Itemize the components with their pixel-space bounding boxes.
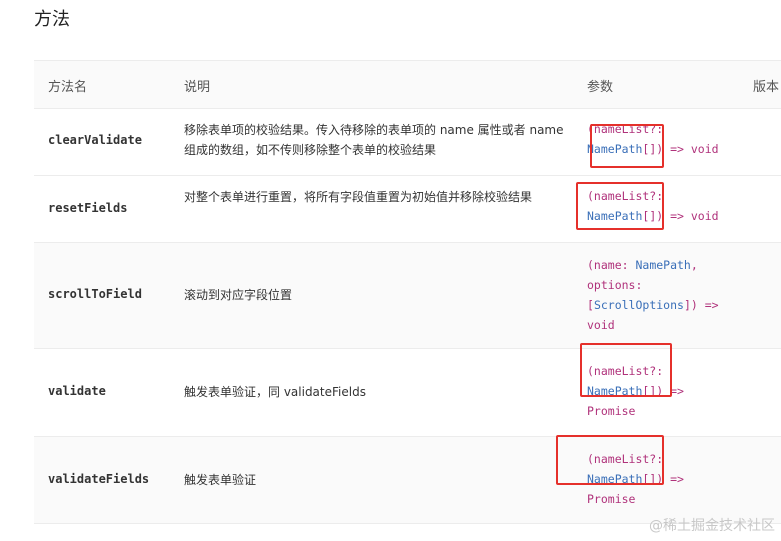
method-name: resetFields — [48, 201, 128, 215]
column-header-description: 说明 — [184, 80, 211, 95]
table-row: validateFields 触发表单验证 (nameList?: NamePa… — [34, 437, 781, 524]
methods-table: 方法名 说明 参数 版本 clearValidate 移除表单项的校验结果。传入… — [34, 60, 781, 524]
method-description: 滚动到对应字段位置 — [184, 288, 293, 302]
table-row: clearValidate 移除表单项的校验结果。传入待移除的表单项的 name… — [34, 109, 781, 176]
table-row: resetFields 对整个表单进行重置，将所有字段值重置为初始值并移除校验结… — [34, 176, 781, 243]
column-header-params: 参数 — [587, 80, 614, 95]
column-header-version: 版本 — [753, 80, 780, 95]
method-name: clearValidate — [48, 133, 142, 147]
method-description: 触发表单验证 — [184, 473, 257, 487]
method-signature: (name: NamePath, options: [ScrollOptions… — [587, 258, 719, 332]
method-description: 触发表单验证，同 validateFields — [184, 385, 366, 399]
highlight-box — [590, 124, 664, 168]
highlight-box — [580, 343, 672, 397]
highlight-box — [576, 182, 664, 230]
highlight-box — [556, 435, 664, 485]
method-name: validate — [48, 384, 106, 398]
method-name: scrollToField — [48, 287, 142, 301]
method-description: 移除表单项的校验结果。传入待移除的表单项的 name 属性或者 name 组成的… — [184, 123, 564, 157]
column-header-name: 方法名 — [48, 80, 88, 95]
table-row: scrollToField 滚动到对应字段位置 (name: NamePath,… — [34, 243, 781, 349]
table-header: 方法名 说明 参数 版本 — [34, 61, 781, 109]
page-title: 方法 — [34, 9, 70, 30]
watermark: @稀土掘金技术社区 — [649, 518, 775, 534]
method-description: 对整个表单进行重置，将所有字段值重置为初始值并移除校验结果 — [184, 190, 533, 204]
method-name: validateFields — [48, 472, 150, 486]
